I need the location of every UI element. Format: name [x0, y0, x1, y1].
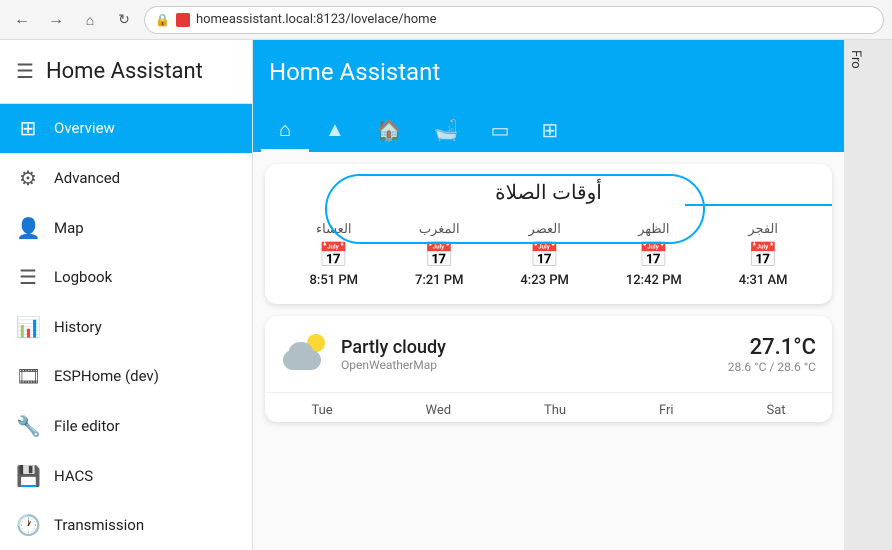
- clock-icon: 🕐: [16, 513, 40, 537]
- sidebar-label-file-editor: File editor: [54, 417, 120, 435]
- prayer-icon-isha: 📅: [319, 241, 349, 269]
- prayer-icon-dhuhr: 📅: [639, 241, 669, 269]
- tab-home[interactable]: ⌂: [261, 110, 309, 152]
- prayer-time-dhuhr: الظهر 📅 12:42 PM: [626, 221, 682, 288]
- sidebar-item-advanced[interactable]: ⚙ Advanced: [0, 153, 252, 203]
- weather-icon: [281, 330, 329, 378]
- weather-source: OpenWeatherMap: [341, 358, 716, 372]
- sidebar-label-logbook: Logbook: [54, 268, 112, 286]
- sidebar: ☰ Home Assistant ⊞ Overview ⚙ Advanced 👤…: [0, 40, 253, 550]
- sidebar-label-hacs: HACS: [54, 467, 93, 485]
- list-icon: ☰: [16, 265, 40, 289]
- day-tue: Tue: [303, 399, 340, 422]
- tab-display[interactable]: ▭: [475, 110, 526, 152]
- prayer-time-asr: العصر 📅 4:23 PM: [520, 221, 569, 288]
- sidebar-item-hacs[interactable]: 💾 HACS: [0, 451, 252, 501]
- sidebar-item-esphome[interactable]: 🎞 ESPHome (dev): [0, 352, 252, 402]
- sidebar-item-logbook[interactable]: ☰ Logbook: [0, 252, 252, 302]
- day-wed: Wed: [418, 399, 460, 422]
- prayer-name-maghrib: المغرب: [419, 221, 460, 237]
- prayer-times-grid: الفجر 📅 4:31 AM الظهر 📅 12:42 PM العصر 📅: [281, 221, 816, 288]
- right-panel-label: Fro: [844, 40, 867, 79]
- tab-grid[interactable]: ⊞: [526, 110, 575, 152]
- sidebar-label-esphome: ESPHome (dev): [54, 367, 159, 385]
- main-header: Home Assistant: [253, 40, 844, 104]
- lock-icon: 🔒: [155, 13, 170, 27]
- weather-temp-block: 27.1°C 28.6 °C / 28.6 °C: [728, 335, 816, 374]
- tab-person[interactable]: ▲: [309, 110, 361, 152]
- tab-home2[interactable]: 🏠: [361, 110, 418, 152]
- right-panel: Fro: [844, 40, 892, 550]
- weather-card: Partly cloudy OpenWeatherMap 27.1°C 28.6…: [265, 316, 832, 422]
- weather-temp-range: 28.6 °C / 28.6 °C: [728, 360, 816, 374]
- weather-info: Partly cloudy OpenWeatherMap: [341, 337, 716, 372]
- sidebar-label-advanced: Advanced: [54, 169, 120, 187]
- sidebar-title: Home Assistant: [46, 59, 203, 84]
- prayer-time-value-dhuhr: 12:42 PM: [626, 273, 682, 288]
- prayer-name-fajr: الفجر: [748, 221, 778, 237]
- prayer-time-maghrib: المغرب 📅 7:21 PM: [415, 221, 464, 288]
- hamburger-icon[interactable]: ☰: [16, 59, 34, 83]
- prayer-card-title: أوقات الصلاة: [281, 180, 816, 205]
- tab-bath[interactable]: 🛁: [418, 110, 475, 152]
- gear-icon: ⚙: [16, 166, 40, 190]
- forward-button[interactable]: →: [42, 6, 70, 34]
- address-bar[interactable]: 🔒 homeassistant.local:8123/lovelace/home: [144, 6, 884, 34]
- favicon: [176, 13, 190, 27]
- grid-icon: ⊞: [16, 116, 40, 140]
- prayer-icon-fajr: 📅: [748, 241, 778, 269]
- cloud-body-icon: [283, 350, 321, 370]
- prayer-name-dhuhr: الظهر: [638, 221, 669, 237]
- reload-button[interactable]: ↻: [110, 6, 138, 34]
- prayer-name-isha: العشاء: [316, 221, 352, 237]
- content-area: أوقات الصلاة الفجر 📅 4:31 AM الظهر 📅 12:…: [253, 152, 844, 550]
- prayer-time-value-fajr: 4:31 AM: [739, 273, 788, 288]
- day-strip: Tue Wed Thu Fri Sat: [265, 392, 832, 422]
- sidebar-item-overview[interactable]: ⊞ Overview: [0, 104, 252, 154]
- main-content: Home Assistant ⌂ ▲ 🏠 🛁 ▭ ⊞ أوقات الصلاة: [253, 40, 844, 550]
- sidebar-item-map[interactable]: 👤 Map: [0, 203, 252, 253]
- hacs-icon: 💾: [16, 464, 40, 488]
- home-button[interactable]: ⌂: [76, 6, 104, 34]
- back-button[interactable]: ←: [8, 6, 36, 34]
- day-fri: Fri: [651, 399, 682, 422]
- prayer-time-value-isha: 8:51 PM: [310, 273, 359, 288]
- sidebar-item-file-editor[interactable]: 🔧 File editor: [0, 401, 252, 451]
- prayer-icon-maghrib: 📅: [424, 241, 454, 269]
- sidebar-label-map: Map: [54, 219, 84, 237]
- tab-bar: ⌂ ▲ 🏠 🛁 ▭ ⊞: [253, 104, 844, 152]
- sidebar-label-history: History: [54, 318, 102, 336]
- prayer-icon-asr: 📅: [530, 241, 560, 269]
- sidebar-label-transmission: Transmission: [54, 516, 144, 534]
- film-icon: 🎞: [16, 364, 40, 388]
- weather-temp-main: 27.1°C: [728, 335, 816, 360]
- sidebar-label-overview: Overview: [54, 119, 115, 137]
- main-header-title: Home Assistant: [269, 58, 828, 86]
- url-text: homeassistant.local:8123/lovelace/home: [196, 12, 437, 27]
- browser-toolbar: ← → ⌂ ↻ 🔒 homeassistant.local:8123/lovel…: [0, 0, 892, 40]
- sidebar-header: ☰ Home Assistant: [0, 40, 252, 104]
- weather-description: Partly cloudy: [341, 337, 716, 358]
- sidebar-item-transmission[interactable]: 🕐 Transmission: [0, 500, 252, 550]
- chart-icon: 📊: [16, 315, 40, 339]
- day-sat: Sat: [758, 399, 793, 422]
- prayer-card: أوقات الصلاة الفجر 📅 4:31 AM الظهر 📅 12:…: [265, 164, 832, 304]
- prayer-name-asr: العصر: [529, 221, 561, 237]
- prayer-time-value-maghrib: 7:21 PM: [415, 273, 464, 288]
- day-thu: Thu: [536, 399, 574, 422]
- prayer-time-isha: العشاء 📅 8:51 PM: [310, 221, 359, 288]
- weather-card-body: Partly cloudy OpenWeatherMap 27.1°C 28.6…: [265, 316, 832, 392]
- prayer-time-value-asr: 4:23 PM: [520, 273, 569, 288]
- wrench-icon: 🔧: [16, 414, 40, 438]
- prayer-time-fajr: الفجر 📅 4:31 AM: [739, 221, 788, 288]
- app-container: ☰ Home Assistant ⊞ Overview ⚙ Advanced 👤…: [0, 40, 892, 550]
- person-icon: 👤: [16, 216, 40, 240]
- sidebar-item-history[interactable]: 📊 History: [0, 302, 252, 352]
